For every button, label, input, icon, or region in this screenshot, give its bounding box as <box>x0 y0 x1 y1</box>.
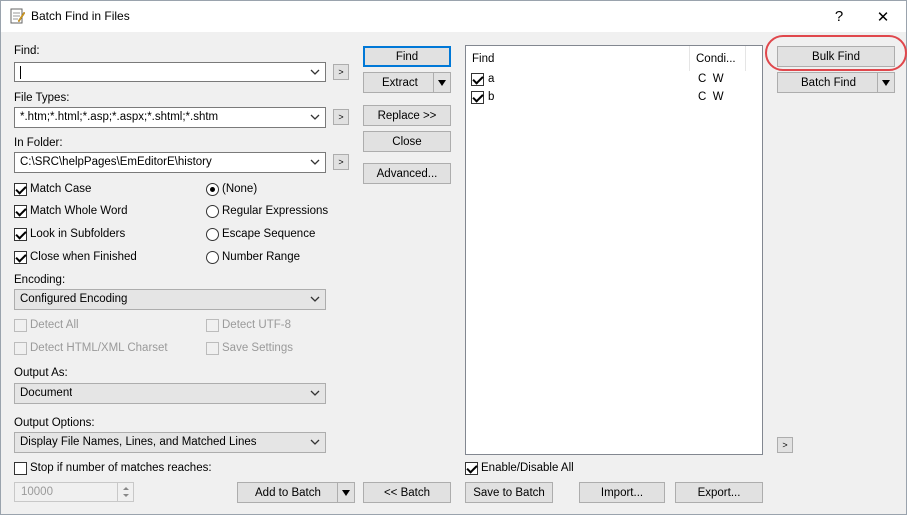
detect-utf8-checkbox[interactable] <box>206 319 219 332</box>
caret-down-icon <box>882 79 890 86</box>
match-case-checkbox[interactable] <box>14 183 27 196</box>
chevron-down-icon[interactable] <box>309 387 321 399</box>
number-range-radio[interactable] <box>206 251 219 264</box>
save-to-batch-button[interactable]: Save to Batch <box>465 482 553 503</box>
escape-sequence-label: Escape Sequence <box>222 228 316 240</box>
table-row[interactable]: b C W <box>466 90 762 107</box>
spinner-updown-icon <box>123 487 129 497</box>
find-label: Find: <box>14 45 40 57</box>
encoding-value: Configured Encoding <box>20 293 128 305</box>
close-window-button[interactable]: ✕ <box>860 1 906 32</box>
window-title: Batch Find in Files <box>31 9 130 23</box>
replace-button[interactable]: Replace >> <box>363 105 451 126</box>
folder-value: C:\SRC\helpPages\EmEditorE\history <box>20 156 212 168</box>
folder-more-button[interactable]: > <box>333 154 349 170</box>
encoding-select[interactable]: Configured Encoding <box>14 289 326 310</box>
escape-sequence-radio[interactable] <box>206 228 219 241</box>
stop-if-checkbox[interactable] <box>14 462 27 475</box>
export-button[interactable]: Export... <box>675 482 763 503</box>
output-options-label: Output Options: <box>14 417 95 429</box>
folder-label: In Folder: <box>14 137 63 149</box>
number-range-label: Number Range <box>222 251 300 263</box>
enable-disable-all-checkbox[interactable] <box>465 462 478 475</box>
caret-down-icon <box>438 79 446 86</box>
save-settings-checkbox[interactable] <box>206 342 219 355</box>
max-matches-value: 10000 <box>21 486 53 498</box>
chevron-down-icon[interactable] <box>309 293 321 305</box>
help-button[interactable]: ? <box>816 1 862 32</box>
find-more-button[interactable]: > <box>333 64 349 80</box>
close-when-finished-checkbox[interactable] <box>14 251 27 264</box>
add-to-batch-button[interactable]: Add to Batch <box>237 482 355 503</box>
output-as-label: Output As: <box>14 367 68 379</box>
col-header-find[interactable]: Find <box>466 46 690 71</box>
none-radio[interactable] <box>206 183 219 196</box>
save-settings-label: Save Settings <box>222 342 293 354</box>
row-find-text: a <box>488 73 495 85</box>
chevron-down-icon[interactable] <box>309 66 321 78</box>
look-in-subfolders-label: Look in Subfolders <box>30 228 126 240</box>
row-enable-checkbox[interactable] <box>471 73 484 86</box>
chevron-down-icon[interactable] <box>309 111 321 123</box>
close-when-finished-label: Close when Finished <box>30 251 137 263</box>
filetypes-combo[interactable]: *.htm;*.html;*.asp;*.aspx;*.shtml;*.shtm <box>14 107 326 128</box>
extract-button[interactable]: Extract <box>363 72 451 93</box>
filetypes-more-button[interactable]: > <box>333 109 349 125</box>
detect-all-label: Detect All <box>30 319 79 331</box>
add-to-batch-dropdown-arrow[interactable] <box>337 483 354 502</box>
add-to-batch-label: Add to Batch <box>255 486 321 499</box>
batch-find-dialog: Batch Find in Files ? ✕ Find: > File Typ… <box>0 0 907 515</box>
extract-dropdown-arrow[interactable] <box>433 73 450 92</box>
match-whole-word-label: Match Whole Word <box>30 205 128 217</box>
spinner-arrows[interactable] <box>117 483 133 501</box>
chevron-down-icon[interactable] <box>309 436 321 448</box>
match-whole-word-checkbox[interactable] <box>14 205 27 218</box>
title-bar: Batch Find in Files ? ✕ <box>1 1 906 32</box>
output-options-value: Display File Names, Lines, and Matched L… <box>20 436 257 448</box>
row-enable-checkbox[interactable] <box>471 91 484 104</box>
close-button[interactable]: Close <box>363 131 451 152</box>
filetypes-value: *.htm;*.html;*.asp;*.aspx;*.shtml;*.shtm <box>20 111 219 123</box>
back-to-batch-button[interactable]: << Batch <box>363 482 451 503</box>
folder-combo[interactable]: C:\SRC\helpPages\EmEditorE\history <box>14 152 326 173</box>
encoding-label: Encoding: <box>14 274 66 286</box>
regex-label: Regular Expressions <box>222 205 329 217</box>
row-find-text: b <box>488 91 495 103</box>
detect-utf8-label: Detect UTF-8 <box>222 319 292 331</box>
output-as-value: Document <box>20 387 73 399</box>
max-matches-spinner[interactable]: 10000 <box>14 482 134 502</box>
chevron-down-icon[interactable] <box>309 156 321 168</box>
caret-down-icon <box>342 489 350 496</box>
batch-find-label: Batch Find <box>801 76 856 89</box>
find-button[interactable]: Find <box>363 46 451 67</box>
app-notepad-icon <box>9 8 26 24</box>
match-case-label: Match Case <box>30 183 92 195</box>
output-options-select[interactable]: Display File Names, Lines, and Matched L… <box>14 432 326 453</box>
look-in-subfolders-checkbox[interactable] <box>14 228 27 241</box>
detect-html-charset-checkbox[interactable] <box>14 342 27 355</box>
regex-radio[interactable] <box>206 205 219 218</box>
filetypes-label: File Types: <box>14 92 70 104</box>
col-header-condition[interactable]: Condi... <box>690 46 746 71</box>
find-input[interactable] <box>14 62 326 82</box>
detect-all-checkbox[interactable] <box>14 319 27 332</box>
expand-right-button[interactable]: > <box>777 437 793 453</box>
output-as-select[interactable]: Document <box>14 383 326 404</box>
import-button[interactable]: Import... <box>579 482 665 503</box>
table-row[interactable]: a C W <box>466 72 762 89</box>
row-condition: C W <box>698 91 724 103</box>
none-label: (None) <box>222 183 258 195</box>
enable-disable-all-label: Enable/Disable All <box>481 462 574 474</box>
stop-if-label: Stop if number of matches reaches: <box>30 462 212 474</box>
batch-find-dropdown-arrow[interactable] <box>877 73 894 92</box>
batch-list[interactable]: Find Condi... a C W b C W <box>465 45 763 455</box>
batch-find-button[interactable]: Batch Find <box>777 72 895 93</box>
extract-label: Extract <box>382 76 418 89</box>
row-condition: C W <box>698 73 724 85</box>
detect-html-charset-label: Detect HTML/XML Charset <box>30 342 168 354</box>
bulk-find-highlight-annotation <box>765 35 907 71</box>
advanced-button[interactable]: Advanced... <box>363 163 451 184</box>
text-cursor <box>20 66 21 79</box>
